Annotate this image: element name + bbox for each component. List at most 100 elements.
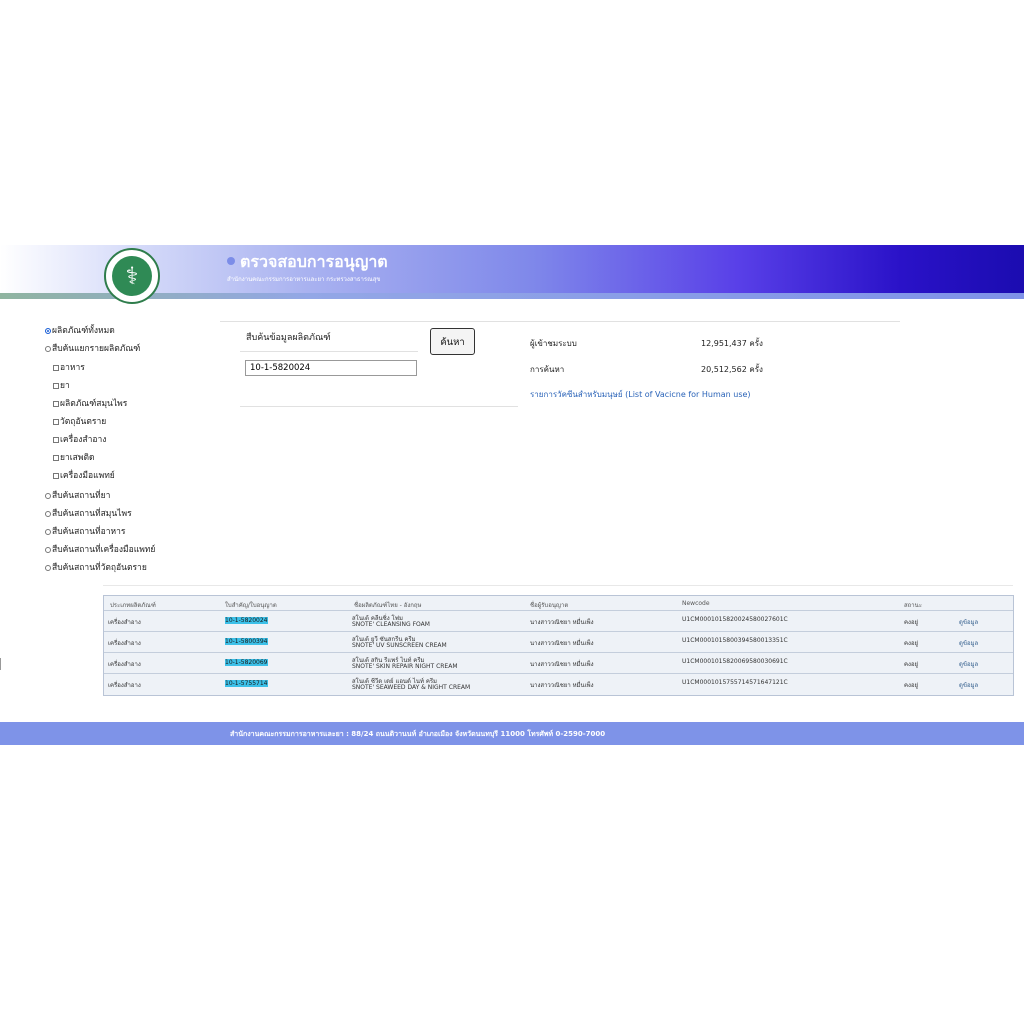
column-header: Newcode xyxy=(682,600,710,607)
status-cell: คงอยู่ xyxy=(904,619,919,626)
product-type-cell: เครื่องสำอาง xyxy=(108,640,141,647)
license-holder-cell: นางสาววณิชยา หมื่นเพ็ง xyxy=(530,661,594,668)
product-type-cell: เครื่องสำอาง xyxy=(108,661,141,668)
sidebar-item-label: สืบค้นแยกรายผลิตภัณฑ์ xyxy=(52,344,141,354)
search-input[interactable] xyxy=(245,360,417,376)
radio-button[interactable] xyxy=(45,510,51,517)
status-cell: คงอยู่ xyxy=(904,661,919,668)
status-cell: คงอยู่ xyxy=(904,640,919,647)
column-header: ประเภทผลิตภัณฑ์ xyxy=(110,602,156,609)
divider xyxy=(220,321,900,322)
table-row: เครื่องสำอาง 10-1-5800394 สโนเต้ ยูวี ซันส… xyxy=(104,631,1013,652)
sidebar-item[interactable]: ผลิตภัณฑ์สมุนไพร xyxy=(53,396,127,410)
radio-button[interactable] xyxy=(45,564,51,571)
sidebar-item[interactable]: ยาเสพติด xyxy=(53,450,95,464)
page-title: ตรวจสอบการอนุญาต xyxy=(240,252,388,271)
product-type-cell: เครื่องสำอาง xyxy=(108,682,141,689)
sidebar-item[interactable]: สืบค้นสถานที่เครื่องมือแพทย์ xyxy=(45,542,155,556)
sidebar-item-label: ยาเสพติด xyxy=(60,453,95,463)
checkbox[interactable] xyxy=(53,472,59,479)
title-bullet-icon xyxy=(227,257,235,265)
license-holder-cell: นางสาววณิชยา หมื่นเพ็ง xyxy=(530,619,594,626)
newcode-cell: U1CM0001015820069580030691C xyxy=(682,658,788,665)
search-button[interactable]: ค้นหา xyxy=(430,328,475,355)
sidebar-item[interactable]: เครื่องสำอาง xyxy=(53,432,106,446)
sidebar-item[interactable]: สืบค้นสถานที่ยา xyxy=(45,488,110,502)
status-cell: คงอยู่ xyxy=(904,682,919,689)
radio-button[interactable] xyxy=(45,528,51,535)
sidebar-item[interactable]: สืบค้นสถานที่อาหาร xyxy=(45,524,125,538)
results-table: ประเภทผลิตภัณฑ์ ใบสำคัญ/ใบอนุญาต ชื่อผลิ… xyxy=(103,595,1014,696)
radio-button[interactable] xyxy=(45,345,51,352)
license-holder-cell: นางสาววณิชยา หมื่นเพ็ง xyxy=(530,682,594,689)
view-detail-link[interactable]: ดูข้อมูล xyxy=(959,659,978,669)
view-detail-link[interactable]: ดูข้อมูล xyxy=(959,680,978,690)
checkbox[interactable] xyxy=(53,436,59,443)
sidebar-item-label: อาหาร xyxy=(60,363,85,373)
license-number-cell: 10-1-5820024 xyxy=(225,617,268,624)
radio-button[interactable] xyxy=(45,492,51,499)
sidebar-item-label: ผลิตภัณฑ์สมุนไพร xyxy=(60,399,128,409)
vaccine-list-link[interactable]: รายการวัคซีนสำหรับมนุษย์ (List of Vacicn… xyxy=(530,388,751,401)
license-holder-cell: นางสาววณิชยา หมื่นเพ็ง xyxy=(530,640,594,647)
divider xyxy=(103,585,1013,586)
divider xyxy=(240,406,518,407)
column-header: ชื่อผลิตภัณฑ์ไทย - อังกฤษ xyxy=(354,602,422,609)
search-label: สืบค้นข้อมูลผลิตภัณฑ์ xyxy=(246,333,331,343)
scroll-edge-marker xyxy=(0,658,1,670)
product-type-cell: เครื่องสำอาง xyxy=(108,619,141,626)
checkbox[interactable] xyxy=(53,400,59,407)
product-name-en-cell: SNOTE' CLEANSING FOAM xyxy=(352,621,430,628)
license-number-cell: 10-1-5755714 xyxy=(225,680,268,687)
sidebar-item-label: วัตถุอันตราย xyxy=(60,417,107,427)
divider xyxy=(240,351,418,352)
column-header: ชื่อผู้รับอนุญาต xyxy=(530,602,569,609)
radio-button[interactable] xyxy=(45,327,51,334)
product-name-en-cell: SNOTE' SEAWEED DAY & NIGHT CREAM xyxy=(352,684,471,691)
visitors-value: 12,951,437 ครั้ง xyxy=(701,339,763,348)
view-detail-link[interactable]: ดูข้อมูล xyxy=(959,617,978,627)
sidebar-item[interactable]: สืบค้นแยกรายผลิตภัณฑ์ xyxy=(45,341,140,355)
sidebar-item[interactable]: ผลิตภัณฑ์ทั้งหมด xyxy=(45,323,115,337)
table-row: เครื่องสำอาง 10-1-5820024 สโนเต้ คลีนซิ่ง … xyxy=(104,610,1013,631)
footer-address: สำนักงานคณะกรรมการอาหารและยา : 88/24 ถนน… xyxy=(230,730,606,738)
visitors-label: ผู้เข้าชมระบบ xyxy=(530,339,577,348)
searches-value: 20,512,562 ครั้ง xyxy=(701,365,763,374)
sidebar-item[interactable]: ยา xyxy=(53,378,70,392)
checkbox[interactable] xyxy=(53,418,59,425)
sidebar-item[interactable]: สืบค้นสถานที่สมุนไพร xyxy=(45,506,132,520)
product-name-en-cell: SNOTE' UV SUNSCREEN CREAM xyxy=(352,642,447,649)
ministry-logo: ⚕ xyxy=(104,248,160,304)
product-name-en-cell: SNOTE' SKIN REPAIR NIGHT CREAM xyxy=(352,663,458,670)
radio-button[interactable] xyxy=(45,546,51,553)
newcode-cell: U1CM0001015800394580013351C xyxy=(682,637,788,644)
checkbox[interactable] xyxy=(53,382,59,389)
header-bottom-bar xyxy=(0,293,1024,299)
view-detail-link[interactable]: ดูข้อมูล xyxy=(959,638,978,648)
sidebar-item-label: สืบค้นสถานที่วัตถุอันตราย xyxy=(52,563,147,573)
checkbox[interactable] xyxy=(53,364,59,371)
column-header: สถานะ xyxy=(904,602,922,609)
sidebar-item[interactable]: วัตถุอันตราย xyxy=(53,414,106,428)
column-header: ใบสำคัญ/ใบอนุญาต xyxy=(225,602,277,609)
license-number-cell: 10-1-5800394 xyxy=(225,638,268,645)
sidebar-item-label: สืบค้นสถานที่เครื่องมือแพทย์ xyxy=(52,545,156,555)
sidebar-item-label: สืบค้นสถานที่ยา xyxy=(52,491,111,501)
newcode-cell: U1CM0001015820024580027601C xyxy=(682,616,788,623)
newcode-cell: U1CM0001015755714571647121C xyxy=(682,679,788,686)
page-subtitle: สำนักงานคณะกรรมการอาหารและยา กระทรวงสาธา… xyxy=(227,276,381,283)
sidebar-item-label: เครื่องมือแพทย์ xyxy=(60,471,115,481)
searches-label: การค้นหา xyxy=(530,365,565,374)
sidebar-item-label: สืบค้นสถานที่สมุนไพร xyxy=(52,509,132,519)
sidebar-item[interactable]: สืบค้นสถานที่วัตถุอันตราย xyxy=(45,560,147,574)
license-number-cell: 10-1-5820069 xyxy=(225,659,268,666)
table-row: เครื่องสำอาง 10-1-5755714 สโนเต้ ซีวีด เดย… xyxy=(104,673,1013,694)
sidebar-item-label: ยา xyxy=(60,381,70,391)
sidebar-item[interactable]: เครื่องมือแพทย์ xyxy=(53,468,115,482)
checkbox[interactable] xyxy=(53,454,59,461)
sidebar-item-label: เครื่องสำอาง xyxy=(60,435,107,445)
sidebar-item[interactable]: อาหาร xyxy=(53,360,85,374)
table-row: เครื่องสำอาง 10-1-5820069 สโนเต้ สกิน รีแพ… xyxy=(104,652,1013,673)
sidebar-item-label: สืบค้นสถานที่อาหาร xyxy=(52,527,126,537)
sidebar-item-label: ผลิตภัณฑ์ทั้งหมด xyxy=(52,326,115,336)
